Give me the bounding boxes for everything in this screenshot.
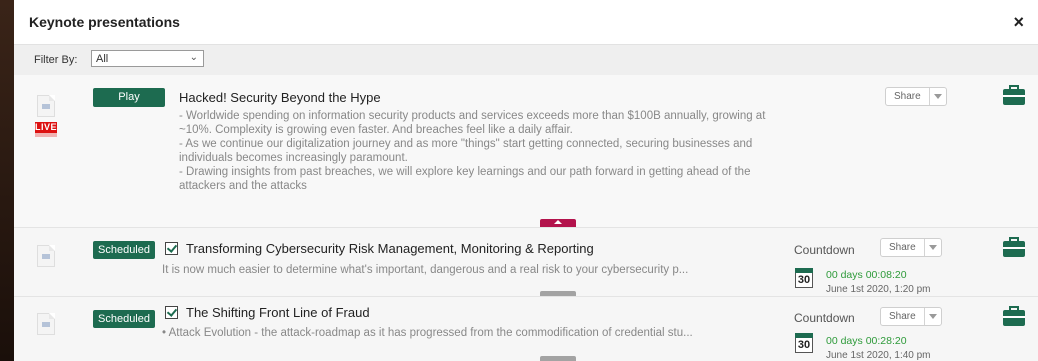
live-badge: LIVE	[35, 122, 58, 133]
filter-label: Filter By:	[34, 54, 78, 66]
expand-toggle[interactable]	[540, 291, 576, 296]
presentation-title[interactable]: Transforming Cybersecurity Risk Manageme…	[186, 241, 594, 256]
background-edge	[0, 0, 14, 361]
share-dropdown[interactable]: Share	[880, 238, 942, 257]
keynote-dialog: Keynote presentations × Filter By: All ⌄…	[14, 0, 1038, 361]
close-icon[interactable]: ×	[1013, 13, 1024, 31]
scheduled-button[interactable]: Scheduled	[93, 310, 155, 328]
briefcase-icon[interactable]	[1003, 85, 1025, 105]
filter-bar: Filter By: All ⌄	[14, 45, 1038, 76]
calendar-icon: 30	[795, 333, 813, 353]
countdown-days: 00 days	[826, 269, 863, 281]
presentation-title[interactable]: The Shifting Front Line of Fraud	[186, 305, 370, 320]
presentation-row: Scheduled The Shifting Front Line of Fra…	[14, 297, 1038, 361]
countdown-label: Countdown	[794, 311, 855, 325]
share-divider	[924, 308, 925, 325]
checkbox-checked-icon[interactable]	[165, 306, 178, 319]
caret-down-icon	[929, 314, 937, 319]
calendar-icon: 30	[795, 268, 813, 288]
expand-toggle[interactable]	[540, 356, 576, 361]
countdown-time: 00:08:20	[865, 269, 907, 281]
scheduled-date: June 1st 2020, 1:40 pm	[826, 350, 931, 361]
scheduled-button[interactable]: Scheduled	[93, 241, 155, 259]
chevron-down-icon: ⌄	[189, 52, 198, 63]
share-label: Share	[889, 311, 916, 322]
share-dropdown[interactable]: Share	[885, 87, 947, 106]
countdown-timer: 00 days 00:28:20	[826, 335, 907, 347]
share-dropdown[interactable]: Share	[880, 307, 942, 326]
file-icon	[37, 245, 55, 267]
share-label: Share	[894, 91, 921, 102]
presentation-description: - Worldwide spending on information secu…	[179, 110, 766, 192]
countdown-label: Countdown	[794, 243, 855, 257]
briefcase-icon[interactable]	[1003, 237, 1025, 257]
dialog-header: Keynote presentations ×	[14, 0, 1038, 45]
play-button[interactable]: Play	[93, 88, 165, 107]
live-badge-underline	[35, 133, 57, 137]
filter-select-value: All	[96, 53, 109, 65]
countdown-timer: 00 days 00:08:20	[826, 269, 907, 281]
share-label: Share	[889, 242, 916, 253]
filter-select[interactable]: All ⌄	[91, 50, 204, 67]
presentation-row: Scheduled Transforming Cybersecurity Ris…	[14, 228, 1038, 297]
scheduled-date: June 1st 2020, 1:20 pm	[826, 284, 931, 295]
checkbox-checked-icon[interactable]	[165, 242, 178, 255]
dialog-title: Keynote presentations	[29, 14, 180, 30]
presentation-description: • Attack Evolution - the attack-roadmap …	[162, 327, 693, 339]
share-divider	[929, 88, 930, 105]
file-icon	[37, 95, 55, 117]
presentation-row: LIVE Play Hacked! Security Beyond the Hy…	[14, 75, 1038, 228]
collapse-toggle[interactable]	[540, 219, 576, 227]
caret-down-icon	[934, 94, 942, 99]
share-divider	[924, 239, 925, 256]
briefcase-icon[interactable]	[1003, 306, 1025, 326]
presentation-description: It is now much easier to determine what'…	[162, 264, 689, 276]
countdown-days: 00 days	[826, 335, 863, 347]
file-icon	[37, 313, 55, 335]
presentation-title[interactable]: Hacked! Security Beyond the Hype	[179, 90, 381, 105]
countdown-time: 00:28:20	[865, 335, 907, 347]
caret-down-icon	[929, 245, 937, 250]
